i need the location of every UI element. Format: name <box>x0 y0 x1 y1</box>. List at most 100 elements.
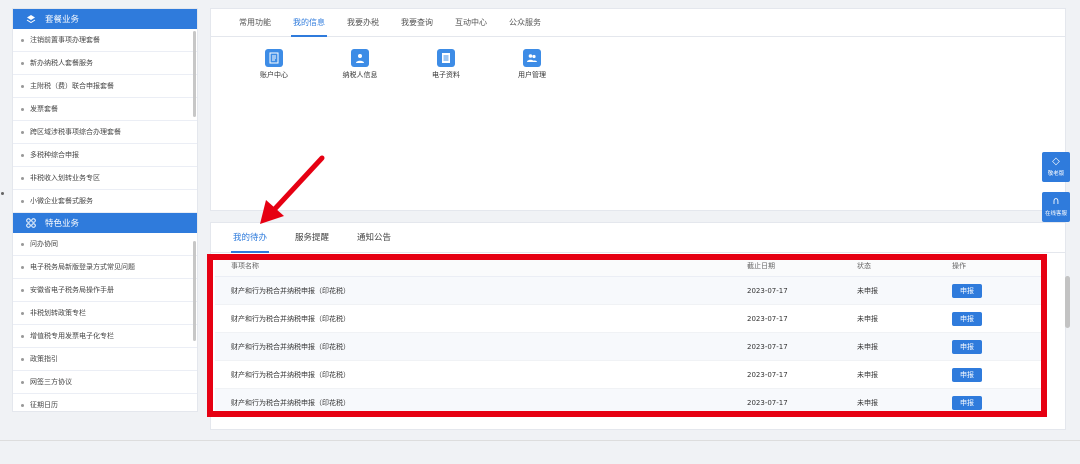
sidebar-item[interactable]: 主附税（费）联合申报套餐 <box>13 75 197 98</box>
sidebar-item-label: 电子税务局新版登录方式常见问题 <box>30 263 135 271</box>
sidebar-item[interactable]: 非税收入划转业务专区 <box>13 167 197 190</box>
app-2[interactable]: 电子资料 <box>403 49 489 80</box>
sidebar-item-label: 问办协同 <box>30 240 58 248</box>
app-1[interactable]: 纳税人信息 <box>317 49 403 80</box>
bullet-dot <box>21 288 24 292</box>
sidebar-item[interactable]: 多税种综合申报 <box>13 144 197 167</box>
taxpayer-icon <box>351 49 369 67</box>
tag-icon: ◇ <box>1052 156 1060 167</box>
table-row: 财产和行为税合并纳税申报（印花税） 2023-07-17 未申报 申报 <box>215 389 1047 417</box>
sidebar-item[interactable]: 跨区域涉税事项综合办理套餐 <box>13 121 197 144</box>
app-label: 账户中心 <box>260 71 288 79</box>
row-status: 未申报 <box>857 398 878 407</box>
tab-0[interactable]: 常用功能 <box>231 8 279 36</box>
row-name: 财产和行为税合并纳税申报（印花税） <box>231 370 350 379</box>
tab-3[interactable]: 我要查询 <box>393 8 441 36</box>
app-0[interactable]: 账户中心 <box>231 49 317 80</box>
account-icon <box>265 49 283 67</box>
row-op: 申报 <box>952 367 1047 382</box>
tab-4[interactable]: 互动中心 <box>447 8 495 36</box>
declare-button[interactable]: 申报 <box>952 283 982 298</box>
bullet-dot <box>21 265 24 269</box>
table-row: 财产和行为税合并纳税申报（印花税） 2023-07-17 未申报 申报 <box>215 333 1047 361</box>
app-grid: 账户中心 纳税人信息 电子资料 用户管理 <box>211 37 1065 80</box>
sidebar-item[interactable]: 电子税务局新版登录方式常见问题 <box>13 256 197 279</box>
header-status: 状态 <box>857 261 871 270</box>
sidebar-item[interactable]: 政策指引 <box>13 348 197 371</box>
red-arrow-annotation <box>260 155 325 224</box>
app-label: 用户管理 <box>518 71 546 79</box>
sidebar-item[interactable]: 安徽省电子税务局操作手册 <box>13 279 197 302</box>
table-row: 财产和行为税合并纳税申报（印花税） 2023-07-17 未申报 申报 <box>215 305 1047 333</box>
app-3[interactable]: 用户管理 <box>489 49 575 80</box>
section-title: 套餐业务 <box>45 15 80 25</box>
table-row: 财产和行为税合并纳税申报（印花税） 2023-07-17 未申报 申报 <box>215 277 1047 305</box>
header-op: 操作 <box>952 261 966 270</box>
row-status: 未申报 <box>857 286 878 295</box>
tab-1[interactable]: 我的信息 <box>285 8 333 37</box>
section-head-features[interactable]: 特色业务 <box>13 213 197 233</box>
sidebar: 套餐业务 注销前置事项办理套餐 新办纳税人套餐服务主附税（费）联合申报套餐发票套餐… <box>12 8 198 412</box>
row-status: 未申报 <box>857 314 878 323</box>
row-op: 申报 <box>952 283 1047 298</box>
row-name: 财产和行为税合并纳税申报（印花税） <box>231 342 350 351</box>
bullet-dot <box>21 357 24 361</box>
table-row: 财产和行为税合并纳税申报（印花税） 2023-07-17 未申报 申报 <box>215 361 1047 389</box>
top-tabs: 常用功能 我的信息 我要办税 我要查询 互动中心 公众服务 <box>211 9 1065 37</box>
elder-mode-label: 敬老版 <box>1047 171 1065 177</box>
declare-button[interactable]: 申报 <box>952 339 982 354</box>
bullet-dot <box>21 199 24 203</box>
sidebar-item-label: 主附税（费）联合申报套餐 <box>30 82 114 90</box>
sidebar-item-label: 小微企业套餐式服务 <box>30 197 93 205</box>
online-service-label: 在线客服 <box>1044 211 1067 217</box>
declare-button[interactable]: 申报 <box>952 367 982 382</box>
bullet-dot <box>21 130 24 134</box>
todo-table: 事项名称 截止日期 状态 操作 财产和行为税合并纳税申报（印花税） 2023-07… <box>215 255 1047 417</box>
table-header: 事项名称 截止日期 状态 操作 <box>215 255 1047 277</box>
sidebar-item[interactable]: 注销前置事项办理套餐 <box>13 29 197 52</box>
sidebar-item-label: 非税收入划转业务专区 <box>30 174 100 182</box>
section-head-packages[interactable]: 套餐业务 <box>13 9 197 29</box>
declare-button[interactable]: 申报 <box>952 311 982 326</box>
row-op: 申报 <box>952 311 1047 326</box>
sidebar-item[interactable]: 网签三方协议 <box>13 371 197 394</box>
row-date: 2023-07-17 <box>747 286 788 295</box>
tab-5[interactable]: 公众服务 <box>501 8 549 36</box>
sidebar-item[interactable]: 增值税专用发票电子化专栏 <box>13 325 197 348</box>
table-scrollbar[interactable] <box>1065 276 1070 328</box>
sidebar-item-label: 增值税专用发票电子化专栏 <box>30 332 114 340</box>
sidebar-item-label: 安徽省电子税务局操作手册 <box>30 286 114 294</box>
sidebar-scrollbar-2[interactable] <box>193 241 196 341</box>
bullet-dot <box>21 61 24 65</box>
bullet-dot <box>21 153 24 157</box>
tab-2[interactable]: 我要办税 <box>339 8 387 36</box>
bullet-dot <box>21 334 24 338</box>
footer-divider <box>0 440 1080 441</box>
sidebar-item[interactable]: 征期日历 <box>13 394 197 411</box>
bullet-dot <box>21 84 24 88</box>
sidebar-item[interactable]: 问办协同 <box>13 233 197 256</box>
online-service-button[interactable]: ∩ 在线客服 <box>1042 192 1070 222</box>
header-name: 事项名称 <box>231 261 259 270</box>
document-icon <box>437 49 455 67</box>
bullet-dot <box>21 38 24 42</box>
elder-mode-button[interactable]: ◇ 敬老版 <box>1042 152 1070 182</box>
left-edge-dot <box>1 192 4 195</box>
sidebar-item[interactable]: 发票套餐 <box>13 98 197 121</box>
app-label: 纳税人信息 <box>342 71 378 79</box>
row-date: 2023-07-17 <box>747 398 788 407</box>
row-date: 2023-07-17 <box>747 314 788 323</box>
row-status: 未申报 <box>857 370 878 379</box>
row-date: 2023-07-17 <box>747 342 788 351</box>
sidebar-item-label: 网签三方协议 <box>30 378 72 386</box>
sidebar-item[interactable]: 非税划转政策专栏 <box>13 302 197 325</box>
sidebar-item-label: 征期日历 <box>30 401 58 409</box>
bullet-dot <box>21 311 24 315</box>
bottom-tab-2[interactable]: 通知公告 <box>351 222 397 252</box>
sidebar-item[interactable]: 小微企业套餐式服务 <box>13 190 197 213</box>
declare-button[interactable]: 申报 <box>952 395 982 410</box>
sidebar-item[interactable]: 新办纳税人套餐服务 <box>13 52 197 75</box>
row-op: 申报 <box>952 339 1047 354</box>
sidebar-scrollbar-1[interactable] <box>193 31 196 117</box>
bullet-dot <box>21 242 24 246</box>
